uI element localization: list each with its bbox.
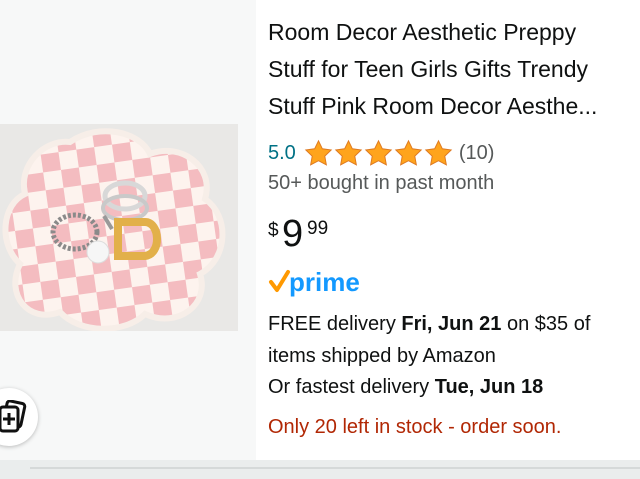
stock-status: Only 20 left in stock - order soon. [268,416,562,438]
add-to-list-button[interactable] [0,388,38,446]
delivery-prefix: FREE delivery [268,313,402,335]
price-whole: 9 [282,213,304,255]
bought-past-month: 50+ bought in past month [268,172,495,194]
star-icon [424,139,453,166]
delivery-suffix: on $35 of [501,313,591,335]
product-details: Room Decor Aesthetic Preppy Stuff for Te… [256,0,640,460]
prime-label: prime [289,267,360,297]
price-fraction: 99 [307,218,329,239]
prime-badge: prime [268,266,378,298]
product-title-line-3: Stuff Pink Room Decor Aesthe... [268,93,598,119]
rating-value: 5.0 [268,141,296,164]
product-photo-icon [0,124,238,331]
star-icon [304,139,333,166]
star-icon [334,139,363,166]
star-icon [394,139,423,166]
rating-row[interactable]: 5.0 (10) [268,138,494,168]
fastest-date: Tue, Jun 18 [434,376,544,398]
fastest-prefix: Or fastest delivery [268,376,435,398]
product-title-line-2: Stuff for Teen Girls Gifts Trendy [268,56,589,82]
prime-check-icon: prime [269,267,360,297]
review-count: (10) [458,141,495,164]
divider-line [30,467,640,469]
image-panel [0,0,256,479]
product-title-line-1: Room Decor Aesthetic Preppy [268,19,577,45]
star-rating [304,139,453,168]
bottom-divider [0,460,640,479]
delivery-info: FREE delivery Fri, Jun 21 on $35 of item… [268,308,590,372]
fastest-delivery: Or fastest delivery Tue, Jun 18 [268,376,543,399]
add-to-list-icon [0,400,27,433]
price-symbol: $ [268,220,279,241]
product-title[interactable]: Room Decor Aesthetic Preppy Stuff for Te… [268,14,640,125]
delivery-line-2: items shipped by Amazon [268,345,496,367]
star-icon [364,139,393,166]
product-image[interactable] [0,124,238,331]
delivery-date: Fri, Jun 21 [401,313,502,335]
